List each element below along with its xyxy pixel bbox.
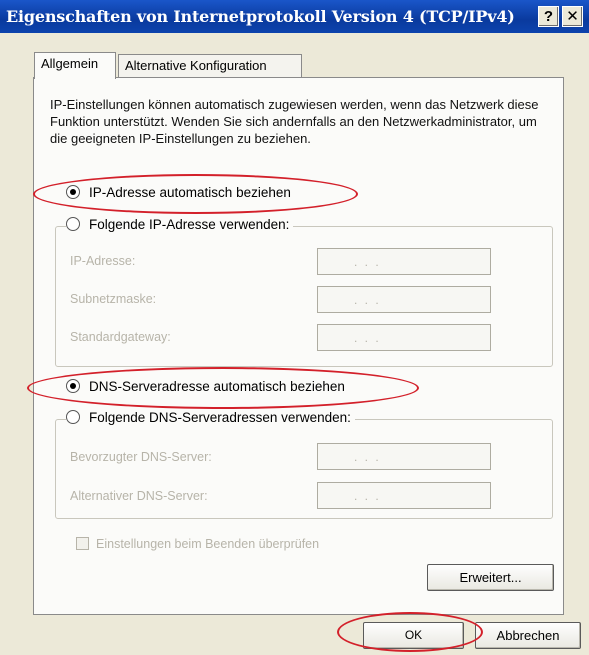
ip-address-input: . . . — [317, 248, 491, 275]
alternate-dns-label: Alternativer DNS-Server: — [70, 489, 208, 503]
radio-ip-automatic-label: IP-Adresse automatisch beziehen — [89, 185, 291, 200]
radio-dns-manual[interactable]: Folgende DNS-Serveradressen verwenden: — [66, 410, 355, 428]
alternate-dns-dots: . . . — [354, 489, 381, 503]
subnet-mask-input: . . . — [317, 286, 491, 313]
window-title: Eigenschaften von Internetprotokoll Vers… — [6, 7, 515, 26]
radio-dns-manual-label: Folgende DNS-Serveradressen verwenden: — [89, 410, 351, 425]
radio-ip-automatic-indicator — [66, 185, 80, 199]
tab-alternative-configuration[interactable]: Alternative Konfiguration — [118, 54, 302, 79]
radio-ip-automatic[interactable]: IP-Adresse automatisch beziehen — [66, 185, 291, 203]
preferred-dns-label: Bevorzugter DNS-Server: — [70, 450, 212, 464]
alternate-dns-input: . . . — [317, 482, 491, 509]
tab-general[interactable]: Allgemein — [34, 52, 116, 79]
ip-address-dots: . . . — [354, 255, 381, 269]
validate-settings-label: Einstellungen beim Beenden überprüfen — [96, 537, 320, 551]
preferred-dns-dots: . . . — [354, 450, 381, 464]
cancel-button[interactable]: Abbrechen — [475, 622, 581, 649]
ok-button[interactable]: OK — [363, 622, 464, 649]
radio-ip-manual[interactable]: Folgende IP-Adresse verwenden: — [66, 217, 294, 235]
radio-ip-manual-indicator — [66, 217, 80, 231]
description-text: IP-Einstellungen können automatisch zuge… — [50, 97, 539, 146]
radio-ip-manual-label: Folgende IP-Adresse verwenden: — [89, 217, 290, 232]
radio-dns-automatic-label: DNS-Serveradresse automatisch beziehen — [89, 379, 345, 394]
radio-dns-automatic[interactable]: DNS-Serveradresse automatisch beziehen — [66, 379, 345, 397]
validate-settings-box — [76, 537, 89, 550]
ip-address-label: IP-Adresse: — [70, 254, 136, 268]
subnet-mask-dots: . . . — [354, 293, 381, 307]
help-button[interactable]: ? — [538, 6, 559, 27]
preferred-dns-input: . . . — [317, 443, 491, 470]
gateway-label: Standardgateway: — [70, 330, 171, 344]
gateway-dots: . . . — [354, 331, 381, 345]
gateway-input: . . . — [317, 324, 491, 351]
radio-dns-automatic-indicator — [66, 379, 80, 393]
title-bar: Eigenschaften von Internetprotokoll Vers… — [0, 0, 589, 33]
radio-dns-manual-indicator — [66, 410, 80, 424]
advanced-button[interactable]: Erweitert... — [427, 564, 554, 591]
subnet-mask-label: Subnetzmaske: — [70, 292, 157, 306]
validate-settings-checkbox: Einstellungen beim Beenden überprüfen — [76, 537, 319, 551]
close-button[interactable]: ✕ — [562, 6, 583, 27]
